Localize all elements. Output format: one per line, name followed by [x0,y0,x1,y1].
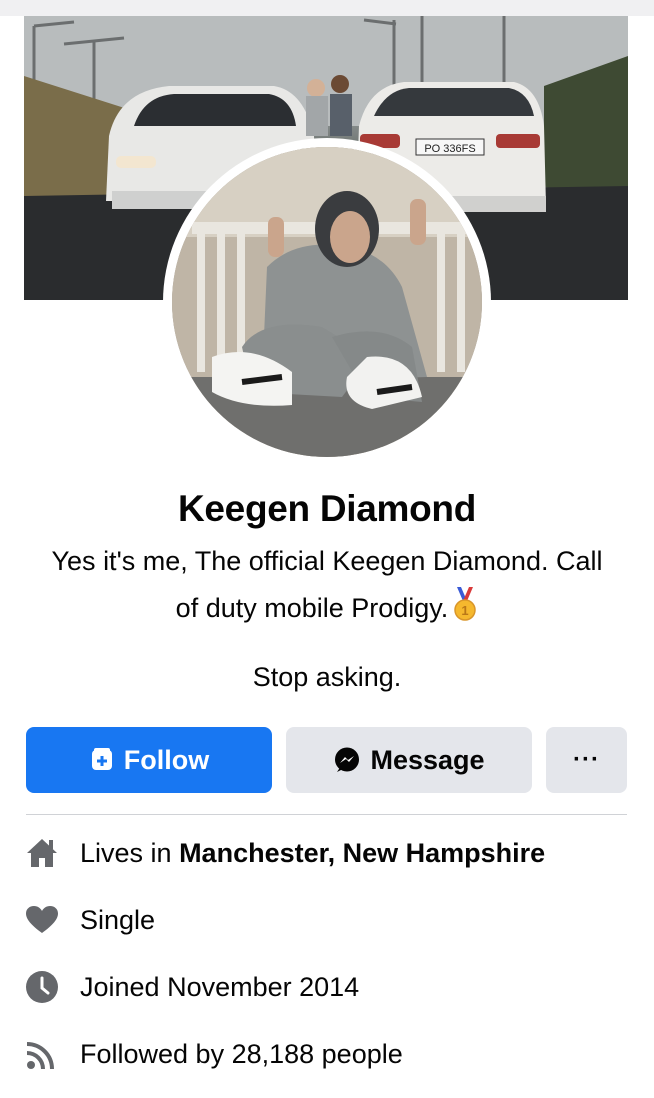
medal-icon: 1 [452,587,478,636]
message-button[interactable]: Message [286,727,532,793]
detail-lives-in: Lives in Manchester, New Hampshire [24,833,545,873]
bio-line-1: Yes it's me, The official Keegen Diamond… [51,546,603,576]
detail-value: Single [80,904,156,935]
more-dots-icon: ··· [573,746,600,773]
bio-line-2: of duty mobile Prodigy. [175,593,449,623]
license-plate-text: PO 336FS [424,143,475,155]
detail-location-link[interactable]: Manchester, New Hampshire [179,838,545,869]
bio-line-2-wrapper: of duty mobile Prodigy. 1 [20,585,634,636]
profile-name: Keegen Diamond [177,488,476,529]
detail-joined: Joined November 2014 [24,967,359,1007]
detail-value: Followed by 28,188 people [80,1038,403,1069]
divider [26,814,627,815]
avatar[interactable] [172,147,482,457]
detail-prefix: Lives in [80,837,180,868]
message-label: Message [370,744,485,775]
rss-icon [24,1036,60,1072]
more-options-button[interactable]: ··· [546,727,627,793]
messenger-icon [333,746,361,774]
follow-label: Follow [123,744,210,775]
detail-followers[interactable]: Followed by 28,188 people [24,1034,403,1074]
heart-icon [24,902,60,938]
svg-text:1: 1 [462,603,469,618]
follow-icon [89,747,115,773]
bio-line-3: Stop asking. [252,662,402,692]
home-icon [24,835,60,871]
profile-bio: Yes it's me, The official Keegen Diamond… [20,538,634,636]
status-strip [0,0,654,16]
detail-value: Joined November 2014 [80,971,360,1002]
follow-button[interactable]: Follow [26,727,272,793]
clock-icon [24,969,60,1005]
detail-relationship: Single [24,900,155,940]
